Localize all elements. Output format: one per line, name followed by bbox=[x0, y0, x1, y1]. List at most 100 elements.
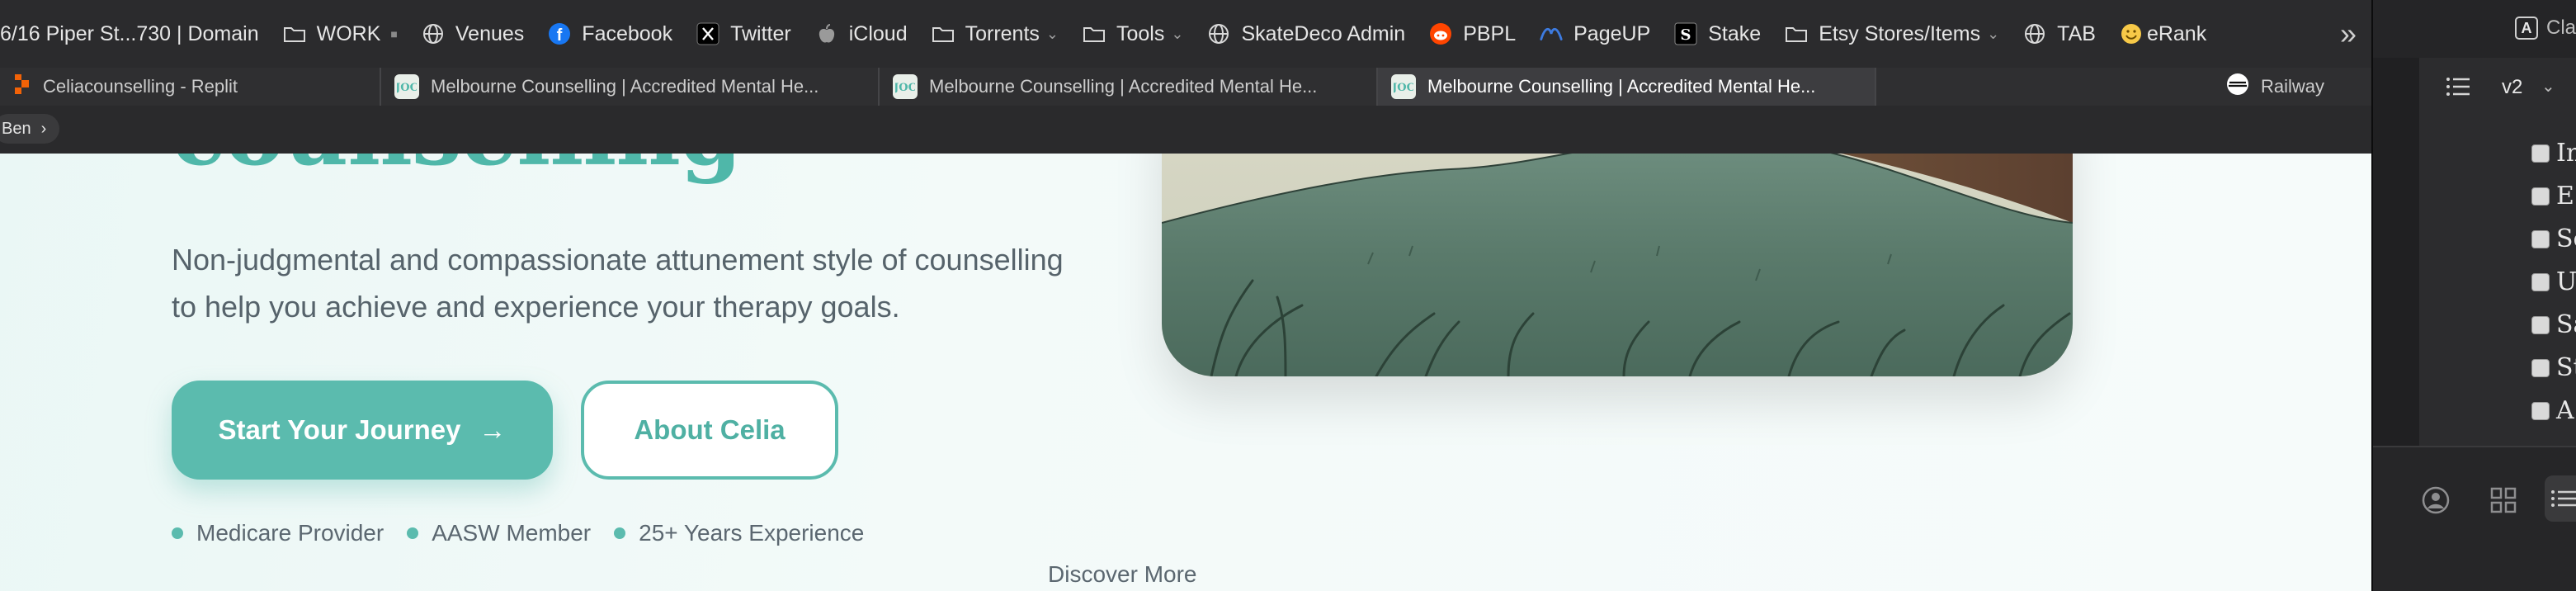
bullet-dot-icon bbox=[614, 527, 626, 539]
bookmark-label: 6/16 Piper St...730 | Domain bbox=[0, 21, 259, 45]
globe-icon bbox=[421, 21, 446, 46]
bookmark-folder-torrents[interactable]: Torrents ⌄ bbox=[919, 0, 1070, 68]
smiley-emoji-icon bbox=[2119, 21, 2144, 46]
side-app-gutter bbox=[2373, 58, 2419, 446]
checkbox[interactable] bbox=[2531, 272, 2550, 291]
site-logo-icon: JOC bbox=[394, 74, 419, 99]
chevron-down-icon: ⌄ bbox=[1045, 25, 1059, 42]
bookmark-facebook[interactable]: f Facebook bbox=[535, 0, 684, 68]
credential-item: Medicare Provider bbox=[172, 520, 384, 546]
bookmark-tab[interactable]: TAB bbox=[2011, 0, 2107, 68]
apple-icon bbox=[814, 21, 839, 46]
start-journey-button[interactable]: Start Your Journey → bbox=[172, 381, 553, 480]
list-icon bbox=[2551, 490, 2576, 507]
checkbox[interactable] bbox=[2531, 401, 2550, 420]
checklist-item[interactable]: In bbox=[2531, 139, 2576, 168]
checklist-item-label: Sc bbox=[2556, 225, 2576, 253]
svg-text:f: f bbox=[557, 26, 563, 45]
list-view-button[interactable] bbox=[2545, 475, 2576, 522]
bookmark-folder-tools[interactable]: Tools ⌄ bbox=[1070, 0, 1195, 68]
svg-text:JOC: JOC bbox=[397, 82, 417, 94]
replit-icon bbox=[13, 73, 31, 100]
credential-label: AASW Member bbox=[432, 520, 592, 546]
checklist-item[interactable]: St bbox=[2531, 353, 2576, 382]
bookmark-folder-etsy[interactable]: Etsy Stores/Items ⌄ bbox=[1772, 0, 2011, 68]
checklist-item[interactable]: A bbox=[2531, 396, 2574, 425]
bookmark-folder-work[interactable]: WORK ■ bbox=[271, 0, 409, 68]
checkbox[interactable] bbox=[2531, 229, 2550, 248]
bookmark-venues[interactable]: Venues bbox=[409, 0, 535, 68]
svg-text:JOC: JOC bbox=[895, 82, 915, 94]
checklist-item[interactable]: Sa bbox=[2531, 310, 2576, 339]
side-app-title: Cla bbox=[2546, 17, 2576, 39]
bookmark-icloud[interactable]: iCloud bbox=[803, 0, 919, 68]
bookmark-label: Venues bbox=[455, 21, 525, 45]
grid-icon[interactable] bbox=[2490, 487, 2517, 518]
credential-label: 25+ Years Experience bbox=[639, 520, 865, 546]
bullet-dot-icon bbox=[172, 527, 183, 539]
bookmark-domain[interactable]: 6/16 Piper St...730 | Domain bbox=[0, 0, 271, 68]
bookmark-label: TAB bbox=[2057, 21, 2096, 45]
bookmark-label: Tools bbox=[1116, 21, 1165, 45]
x-icon bbox=[696, 21, 720, 46]
checkbox[interactable] bbox=[2531, 144, 2550, 163]
discover-more-link[interactable]: Discover More bbox=[1048, 561, 1196, 588]
svg-text:JOC: JOC bbox=[1394, 82, 1413, 94]
hero-subtitle-line-1: Non-judgmental and compassionate attunem… bbox=[172, 243, 1064, 277]
checklist-item-label: U bbox=[2556, 267, 2576, 296]
tab-title: Celiacounselling - Replit bbox=[43, 76, 238, 97]
bookmark-pageup[interactable]: PageUP bbox=[1527, 0, 1662, 68]
checkbox[interactable] bbox=[2531, 315, 2550, 334]
folder-indicator-icon: ■ bbox=[390, 27, 398, 40]
bookmark-label: iCloud bbox=[848, 21, 908, 45]
account-icon[interactable] bbox=[2421, 485, 2451, 519]
stake-icon: S bbox=[1673, 21, 1698, 46]
toolbar-strip: Ben › bbox=[0, 106, 2371, 154]
bookmark-erank[interactable]: eRank bbox=[2107, 0, 2218, 68]
bookmark-label: Twitter bbox=[730, 21, 791, 45]
bookmark-pbpl[interactable]: PBPL bbox=[1417, 0, 1527, 68]
profile-breadcrumb[interactable]: Ben › bbox=[0, 114, 60, 144]
bookmark-label: PBPL bbox=[1463, 21, 1517, 45]
tab-title: Melbourne Counselling | Accredited Menta… bbox=[1427, 76, 1816, 97]
credentials-list: Medicare Provider AASW Member 25+ Years … bbox=[172, 520, 864, 546]
version-label[interactable]: v2 bbox=[2502, 76, 2522, 99]
facebook-icon: f bbox=[547, 21, 572, 46]
folder-icon bbox=[282, 21, 307, 46]
folder-icon bbox=[931, 21, 955, 46]
bookmark-twitter[interactable]: Twitter bbox=[684, 0, 803, 68]
double-chevron-right-icon: » bbox=[2339, 17, 2357, 50]
checkbox[interactable] bbox=[2531, 358, 2550, 377]
arrow-right-icon: → bbox=[479, 414, 507, 445]
svg-text:S: S bbox=[1681, 26, 1691, 44]
folder-icon bbox=[1082, 21, 1106, 46]
checklist-item[interactable]: Sc bbox=[2531, 225, 2576, 253]
reddit-icon bbox=[1428, 21, 1453, 46]
bookmarks-overflow-button[interactable]: » bbox=[2340, 0, 2357, 68]
globe-icon bbox=[1206, 21, 1231, 46]
checkbox[interactable] bbox=[2531, 187, 2550, 206]
tab-melbourne-counselling[interactable]: JOC Melbourne Counselling | Accredited M… bbox=[381, 68, 880, 106]
checklist-item[interactable]: U bbox=[2531, 267, 2576, 296]
hero-subtitle-line-2: to help you achieve and experience your … bbox=[172, 290, 900, 324]
bookmark-stake[interactable]: S Stake bbox=[1662, 0, 1772, 68]
chevron-down-icon: ⌄ bbox=[1987, 25, 2000, 42]
hero-subtitle: Non-judgmental and compassionate attunem… bbox=[172, 236, 1096, 330]
credential-label: Medicare Provider bbox=[196, 520, 385, 546]
checklist-item[interactable]: E bbox=[2531, 182, 2574, 210]
bookmark-skatedeco[interactable]: SkateDeco Admin bbox=[1195, 0, 1417, 68]
list-icon[interactable] bbox=[2446, 76, 2470, 102]
tab-melbourne-counselling[interactable]: JOC Melbourne Counselling | Accredited M… bbox=[880, 68, 1378, 106]
tab-melbourne-counselling-active[interactable]: JOC Melbourne Counselling | Accredited M… bbox=[1378, 68, 1876, 106]
chevron-down-icon[interactable]: ⌄ bbox=[2541, 76, 2555, 97]
bookmark-label: eRank bbox=[2146, 21, 2207, 45]
tab-railway[interactable]: Railway bbox=[1876, 68, 2371, 106]
about-celia-button[interactable]: About Celia bbox=[581, 381, 838, 480]
chevron-right-icon: › bbox=[40, 119, 47, 138]
tab-title: Melbourne Counselling | Accredited Menta… bbox=[929, 76, 1318, 97]
credential-item: 25+ Years Experience bbox=[614, 520, 864, 546]
tab-replit[interactable]: Celiacounselling - Replit bbox=[0, 68, 381, 106]
folder-icon bbox=[1784, 21, 1809, 46]
site-logo-icon: JOC bbox=[893, 74, 918, 99]
checklist-item-label: St bbox=[2556, 353, 2576, 382]
